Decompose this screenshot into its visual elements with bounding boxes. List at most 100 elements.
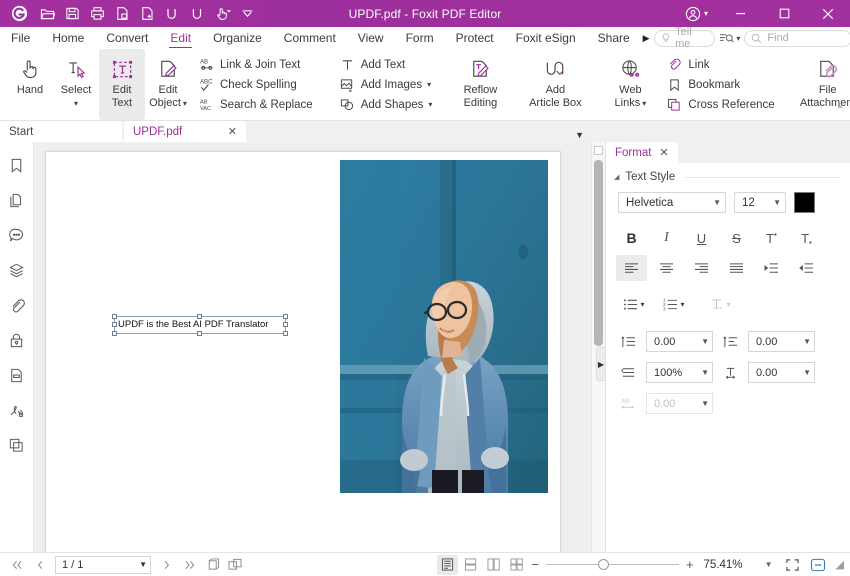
sidebar-item-signatures[interactable]	[4, 397, 30, 423]
superscript-button[interactable]: T▪	[756, 225, 787, 251]
resize-grip-icon[interactable]: ◢	[836, 558, 844, 571]
font-family-chevron-down-icon[interactable]: ▼	[707, 198, 721, 207]
search-replace-button[interactable]: ABVAC Search & Replace	[193, 95, 318, 114]
space-after-input[interactable]: 0.00 ▼	[748, 331, 815, 352]
resize-handle-ne[interactable]	[283, 314, 288, 319]
bulleted-list-chevron-down-icon[interactable]: ▾	[640, 300, 644, 309]
print-icon[interactable]	[85, 3, 109, 25]
increase-indent-button[interactable]	[756, 255, 787, 281]
align-left-button[interactable]	[616, 255, 647, 281]
numbered-list-chevron-down-icon[interactable]: ▾	[680, 300, 684, 309]
resize-handle-e[interactable]	[283, 322, 288, 327]
menu-item-form[interactable]: Form	[395, 27, 445, 49]
character-spacing-chevron-down-icon[interactable]: ▼	[701, 399, 709, 408]
continuous-view-button[interactable]	[460, 555, 481, 575]
bold-button[interactable]: B	[616, 225, 647, 251]
resize-handle-s[interactable]	[197, 331, 202, 336]
previous-page-button[interactable]	[29, 555, 50, 575]
font-color-swatch[interactable]	[794, 192, 815, 213]
zoom-level-input[interactable]: 75.41% ▼	[701, 556, 777, 574]
menu-item-organize[interactable]: Organize	[202, 27, 273, 49]
add-shapes-chevron-down-icon[interactable]: ▾	[428, 100, 432, 109]
reading-mode-button[interactable]	[808, 555, 829, 575]
align-justify-button[interactable]	[721, 255, 752, 281]
collapse-right-panel-button[interactable]: ▶	[596, 347, 605, 381]
line-spacing-chevron-down-icon[interactable]: ▼	[803, 368, 811, 377]
menu-item-foxit-esign[interactable]: Foxit eSign	[505, 27, 587, 49]
sidebar-item-layers[interactable]	[4, 257, 30, 283]
font-family-select[interactable]: Helvetica ▼	[618, 192, 726, 213]
sidebar-item-attachments[interactable]	[4, 292, 30, 318]
new-page-icon[interactable]	[135, 3, 159, 25]
undo-icon[interactable]	[160, 3, 184, 25]
menu-item-convert[interactable]: Convert	[95, 27, 159, 49]
font-size-chevron-down-icon[interactable]: ▼	[767, 198, 781, 207]
sidebar-item-comments[interactable]	[4, 222, 30, 248]
last-page-button[interactable]	[179, 555, 200, 575]
pdf-page[interactable]: UPDF is the Best AI PDF Translator	[45, 151, 561, 552]
select-tool-button[interactable]: Select ▾	[53, 49, 99, 120]
align-center-button[interactable]	[651, 255, 682, 281]
resize-handle-se[interactable]	[283, 331, 288, 336]
edit-object-button[interactable]: Edit Object ▾	[145, 49, 191, 120]
find-search-input[interactable]: Find	[744, 30, 850, 47]
format-panel-close-icon[interactable]: ✕	[659, 146, 668, 159]
add-images-chevron-down-icon[interactable]: ▾	[427, 80, 431, 89]
resize-handle-sw[interactable]	[112, 331, 117, 336]
link-join-text-button[interactable]: AB Link & Join Text	[193, 55, 318, 74]
space-after-chevron-down-icon[interactable]: ▼	[803, 337, 811, 346]
select-tool-chevron-down-icon[interactable]: ▾	[74, 97, 78, 110]
cross-reference-button[interactable]: Cross Reference	[661, 95, 779, 114]
zoom-in-button[interactable]: +	[684, 557, 696, 572]
fullscreen-button[interactable]	[782, 555, 803, 575]
horizontal-scale-input[interactable]: 100% ▼	[646, 362, 713, 383]
scrollbar-thumb[interactable]	[594, 160, 603, 346]
line-spacing-input[interactable]: 0.00 ▼	[748, 362, 815, 383]
sidebar-item-stamps[interactable]	[4, 432, 30, 458]
menu-item-file[interactable]: File	[0, 27, 41, 49]
menu-item-comment[interactable]: Comment	[273, 27, 347, 49]
line-spacing-chevron-down-icon[interactable]: ▾	[726, 300, 730, 309]
page-photo[interactable]	[340, 160, 548, 493]
zoom-level-chevron-down-icon[interactable]: ▼	[765, 560, 777, 569]
save-as-icon[interactable]	[110, 3, 134, 25]
edit-text-button[interactable]: Edit Text	[99, 49, 145, 120]
link-button[interactable]: Link	[661, 55, 779, 74]
numbered-list-button[interactable]: 123 ▾	[656, 291, 692, 317]
tab-start[interactable]: Start	[0, 121, 122, 142]
resize-handle-w[interactable]	[112, 322, 117, 327]
next-page-button[interactable]	[156, 555, 177, 575]
tab-format[interactable]: Format ✕	[606, 142, 678, 163]
zoom-out-button[interactable]: −	[529, 557, 541, 572]
rotate-view-button[interactable]	[202, 555, 223, 575]
sidebar-item-bookmarks[interactable]	[4, 152, 30, 178]
bookmark-button[interactable]: Bookmark	[661, 75, 779, 94]
bulleted-list-button[interactable]: ▾	[616, 291, 652, 317]
font-size-select[interactable]: 12 ▼	[734, 192, 786, 213]
page-number-input[interactable]: 1 / 1 ▼	[55, 556, 151, 574]
tab-close-icon[interactable]: ✕	[218, 125, 237, 138]
facing-continuous-view-button[interactable]	[506, 555, 527, 575]
zoom-slider-knob[interactable]	[598, 559, 609, 570]
editable-text-box[interactable]: UPDF is the Best AI PDF Translator	[114, 316, 286, 334]
tab-list-chevron-down-icon[interactable]: ▼	[575, 130, 584, 140]
tab-updf-pdf[interactable]: UPDF.pdf ✕	[124, 121, 246, 142]
menu-item-home[interactable]: Home	[41, 27, 95, 49]
align-right-button[interactable]	[686, 255, 717, 281]
touch-mode-icon[interactable]	[210, 3, 234, 25]
horizontal-scale-chevron-down-icon[interactable]: ▼	[701, 368, 709, 377]
maximize-button[interactable]	[762, 0, 806, 27]
resize-handle-n[interactable]	[197, 314, 202, 319]
space-before-chevron-down-icon[interactable]: ▼	[701, 337, 709, 346]
space-before-input[interactable]: 0.00 ▼	[646, 331, 713, 352]
open-icon[interactable]	[35, 3, 59, 25]
tell-me-search[interactable]: Tell me	[654, 30, 716, 47]
redo-icon[interactable]	[185, 3, 209, 25]
close-button[interactable]	[806, 0, 850, 27]
decrease-indent-button[interactable]	[791, 255, 822, 281]
menu-item-share[interactable]: Share	[587, 27, 641, 49]
save-icon[interactable]	[60, 3, 84, 25]
search-options-button[interactable]: ▾	[717, 32, 742, 45]
reflow-editing-button[interactable]: Reflow Editing	[451, 49, 509, 120]
first-page-button[interactable]	[6, 555, 27, 575]
